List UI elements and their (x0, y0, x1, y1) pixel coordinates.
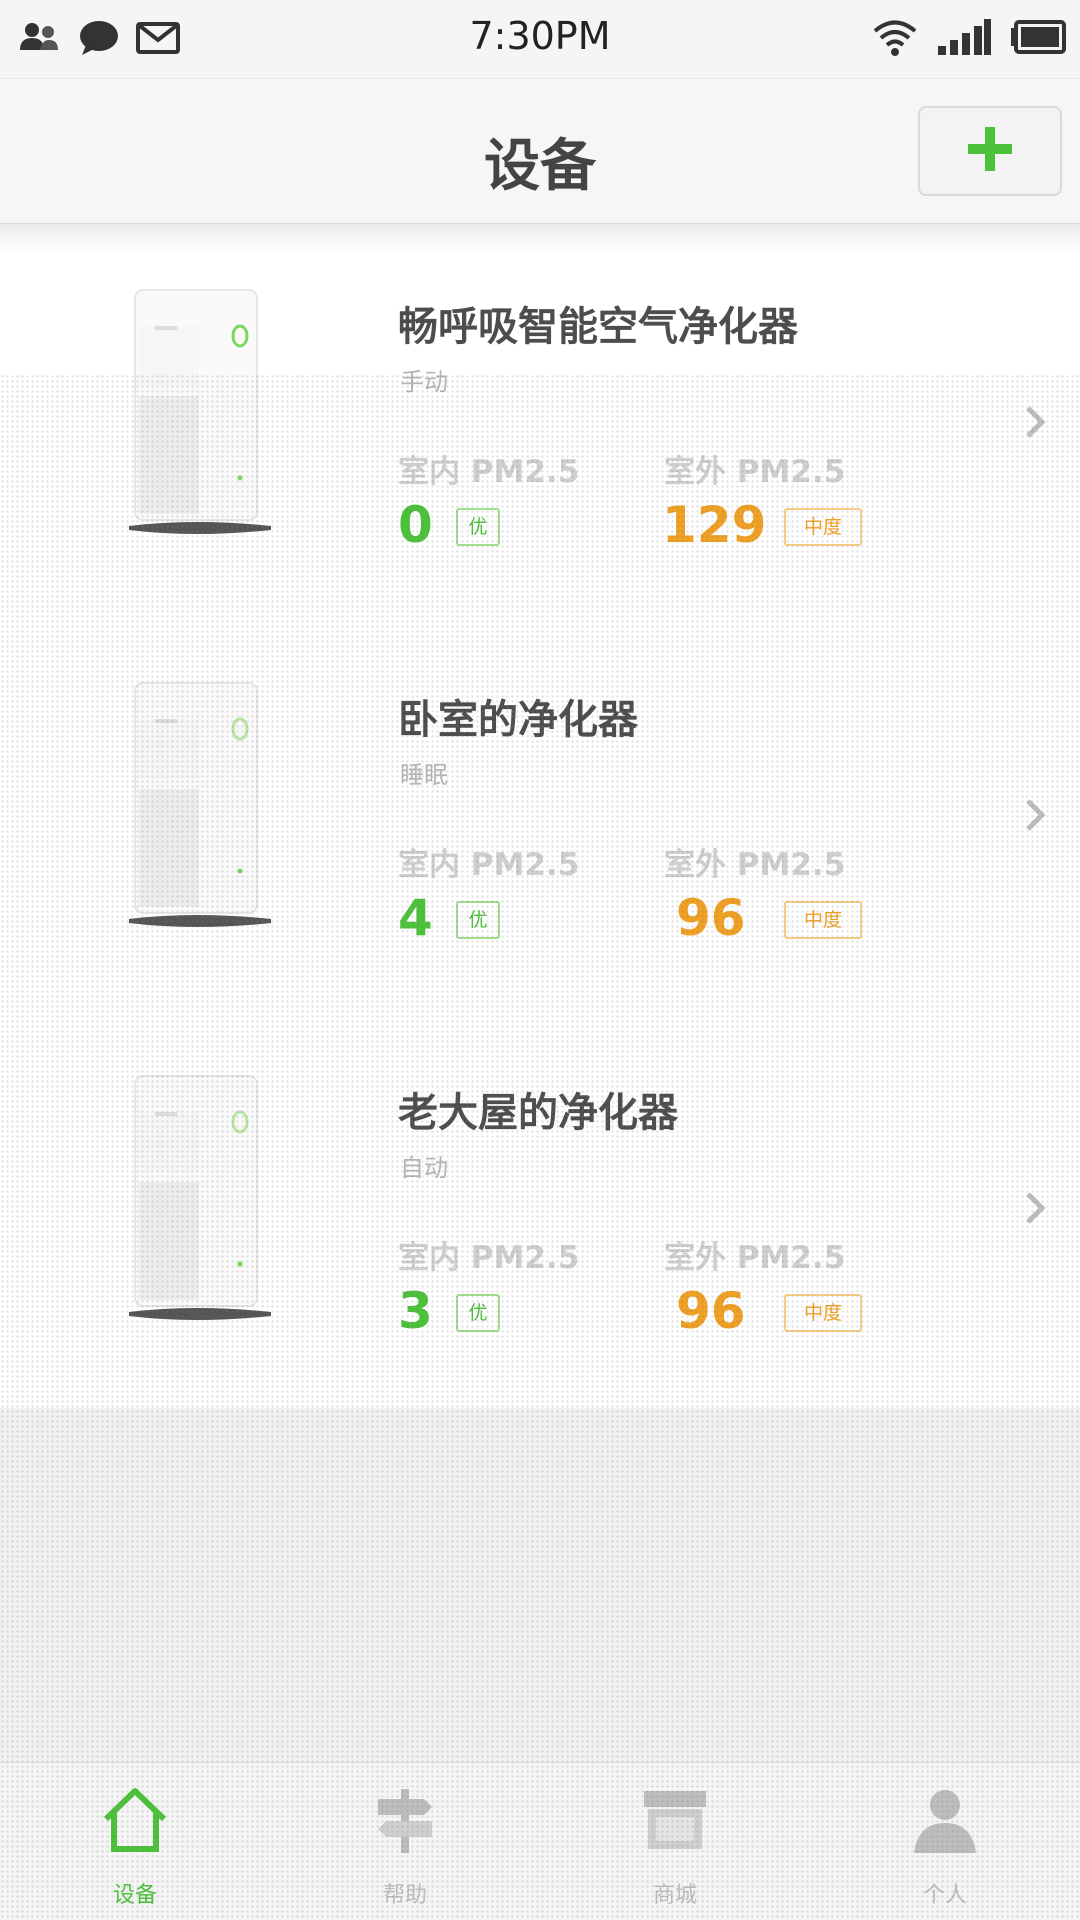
tab-store[interactable]: 商城 (540, 1763, 810, 1920)
device-card[interactable]: 卧室的净化器 睡眠 室内 PM2.5 室外 PM2.5 4 优 96 中度 (0, 643, 1080, 1036)
battery-icon (1010, 20, 1066, 58)
outdoor-pm-label: 室外 PM2.5 (664, 454, 846, 490)
device-name: 畅呼吸智能空气净化器 (398, 304, 798, 350)
signal-icon (936, 18, 992, 60)
outdoor-pm-value: 96 (676, 889, 746, 947)
add-device-button[interactable] (918, 106, 1062, 196)
outdoor-pm-value: 96 (676, 1282, 746, 1340)
wifi-icon (872, 18, 918, 60)
indoor-pm-label: 室内 PM2.5 (398, 454, 580, 490)
device-mode: 睡眠 (400, 761, 448, 789)
tab-profile[interactable]: 个人 (810, 1763, 1080, 1920)
list-empty-area (0, 1408, 1080, 1762)
outdoor-pm-value: 129 (662, 496, 767, 554)
indoor-quality-badge: 优 (456, 901, 500, 939)
air-purifier-image (125, 1072, 275, 1328)
device-list: 畅呼吸智能空气净化器 手动 室内 PM2.5 室外 PM2.5 0 优 129 … (0, 250, 1080, 1408)
chevron-right-icon (1024, 404, 1048, 440)
app-header: 设备 (0, 78, 1080, 224)
tab-label: 设备 (112, 1883, 157, 1908)
plus-icon (966, 125, 1014, 177)
device-card[interactable]: 老大屋的净化器 自动 室内 PM2.5 室外 PM2.5 3 优 96 中度 (0, 1036, 1080, 1429)
bottom-tab-bar: 设备 帮助 商城 个人 (0, 1762, 1080, 1920)
device-name: 卧室的净化器 (398, 697, 638, 743)
indoor-pm-value: 3 (398, 1282, 433, 1340)
outdoor-quality-badge: 中度 (784, 508, 862, 546)
home-icon (100, 1785, 170, 1855)
tab-label: 商城 (652, 1883, 697, 1908)
outdoor-quality-badge: 中度 (784, 901, 862, 939)
device-mode: 手动 (400, 368, 448, 396)
person-icon (910, 1785, 980, 1855)
tab-label: 个人 (922, 1883, 967, 1908)
tab-label: 帮助 (382, 1883, 427, 1908)
indoor-pm-value: 4 (398, 889, 433, 947)
indoor-pm-value: 0 (398, 496, 433, 554)
chevron-right-icon (1024, 1190, 1048, 1226)
indoor-quality-badge: 优 (456, 1294, 500, 1332)
status-right-icons (872, 16, 1066, 62)
outdoor-quality-badge: 中度 (784, 1294, 862, 1332)
air-purifier-image (125, 679, 275, 935)
tab-help[interactable]: 帮助 (270, 1763, 540, 1920)
indoor-pm-label: 室内 PM2.5 (398, 1240, 580, 1276)
indoor-quality-badge: 优 (456, 508, 500, 546)
store-icon (640, 1785, 710, 1855)
indoor-pm-label: 室内 PM2.5 (398, 847, 580, 883)
device-card[interactable]: 畅呼吸智能空气净化器 手动 室内 PM2.5 室外 PM2.5 0 优 129 … (0, 250, 1080, 643)
outdoor-pm-label: 室外 PM2.5 (664, 1240, 846, 1276)
chevron-right-icon (1024, 797, 1048, 833)
air-purifier-image (125, 286, 275, 542)
signpost-icon (370, 1785, 440, 1855)
tab-devices[interactable]: 设备 (0, 1763, 270, 1920)
device-name: 老大屋的净化器 (398, 1090, 678, 1136)
outdoor-pm-label: 室外 PM2.5 (664, 847, 846, 883)
device-mode: 自动 (400, 1154, 448, 1182)
status-bar: 7:30PM (0, 0, 1080, 78)
